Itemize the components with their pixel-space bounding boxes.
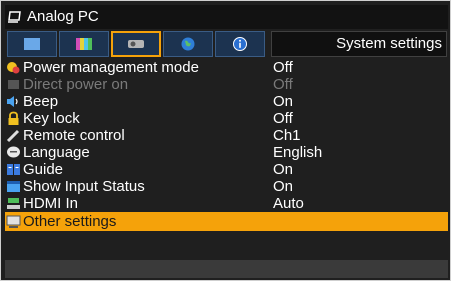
menu-item-value: Off: [273, 59, 293, 76]
book-icon: [7, 164, 20, 175]
input-source-icon: [8, 11, 21, 23]
menu-item-direct-power-on: Direct power on Off: [5, 76, 448, 93]
screen-tab-icon: [24, 38, 40, 50]
menu-item-value: English: [273, 144, 323, 161]
menu-item-label: Remote control: [23, 127, 125, 144]
menu-item-value: Off: [273, 76, 293, 93]
tab-information[interactable]: [215, 31, 265, 57]
status-footer: [5, 260, 448, 278]
menu-item-label: Show Input Status: [23, 178, 145, 195]
tab-image-adjust[interactable]: [59, 31, 109, 57]
title-bar: Analog PC: [5, 5, 448, 29]
tab-system[interactable]: [111, 31, 161, 57]
tab-display[interactable]: [7, 31, 57, 57]
projector-osd-menu: Analog PC System settings Power manageme…: [0, 0, 451, 281]
menu-tabs: [7, 31, 269, 57]
menu-item-value: Auto: [273, 195, 304, 212]
tab-network[interactable]: [163, 31, 213, 57]
menu-item-guide[interactable]: Guide On: [5, 161, 448, 178]
menu-item-label: Power management mode: [23, 59, 199, 76]
menu-item-value: On: [273, 178, 294, 195]
menu-item-label: Beep: [23, 93, 59, 110]
menu-item-other-settings[interactable]: Other settings: [5, 212, 448, 231]
menu-item-label: HDMI In: [23, 195, 79, 212]
menu-item-show-input-status[interactable]: Show Input Status On: [5, 178, 448, 195]
hdmi-icon: [7, 198, 20, 209]
power-management-icon: [7, 62, 20, 74]
menu-item-language[interactable]: Language English: [5, 144, 448, 161]
menu-item-label: Other settings: [23, 213, 117, 230]
menu-item-power-management-mode[interactable]: Power management mode Off: [5, 59, 448, 76]
menu-item-value: Off: [273, 110, 293, 127]
speaker-icon: [7, 96, 18, 107]
tab-title: System settings: [271, 31, 447, 57]
network-globe-tab-icon: [181, 37, 195, 51]
projector-tab-icon: [128, 40, 144, 48]
menu-item-label: Language: [23, 144, 90, 161]
menu-item-value: On: [273, 93, 294, 110]
color-bars-tab-icon: [76, 38, 92, 50]
menu-item-label: Direct power on: [23, 76, 129, 93]
info-tab-icon: [233, 37, 247, 51]
settings-icon: [6, 215, 21, 228]
menu-item-beep[interactable]: Beep On: [5, 93, 448, 110]
menu-item-label: Guide: [23, 161, 64, 178]
remote-control-icon: [6, 129, 20, 143]
menu-item-value: Ch1: [273, 127, 301, 144]
input-source-title: Analog PC: [27, 8, 99, 25]
menu-item-label: Key lock: [23, 110, 80, 127]
direct-power-icon: [8, 80, 19, 89]
speech-bubble-icon: [7, 146, 20, 158]
menu-item-value: On: [273, 161, 294, 178]
empty-row: [5, 231, 448, 248]
lock-icon: [8, 111, 19, 125]
window-icon: [7, 181, 20, 192]
menu-item-remote-control[interactable]: Remote control Ch1: [5, 127, 448, 144]
menu-item-key-lock[interactable]: Key lock Off: [5, 110, 448, 127]
menu-item-hdmi-in[interactable]: HDMI In Auto: [5, 195, 448, 212]
settings-menu: Power management mode Off Direct power o…: [5, 59, 448, 248]
